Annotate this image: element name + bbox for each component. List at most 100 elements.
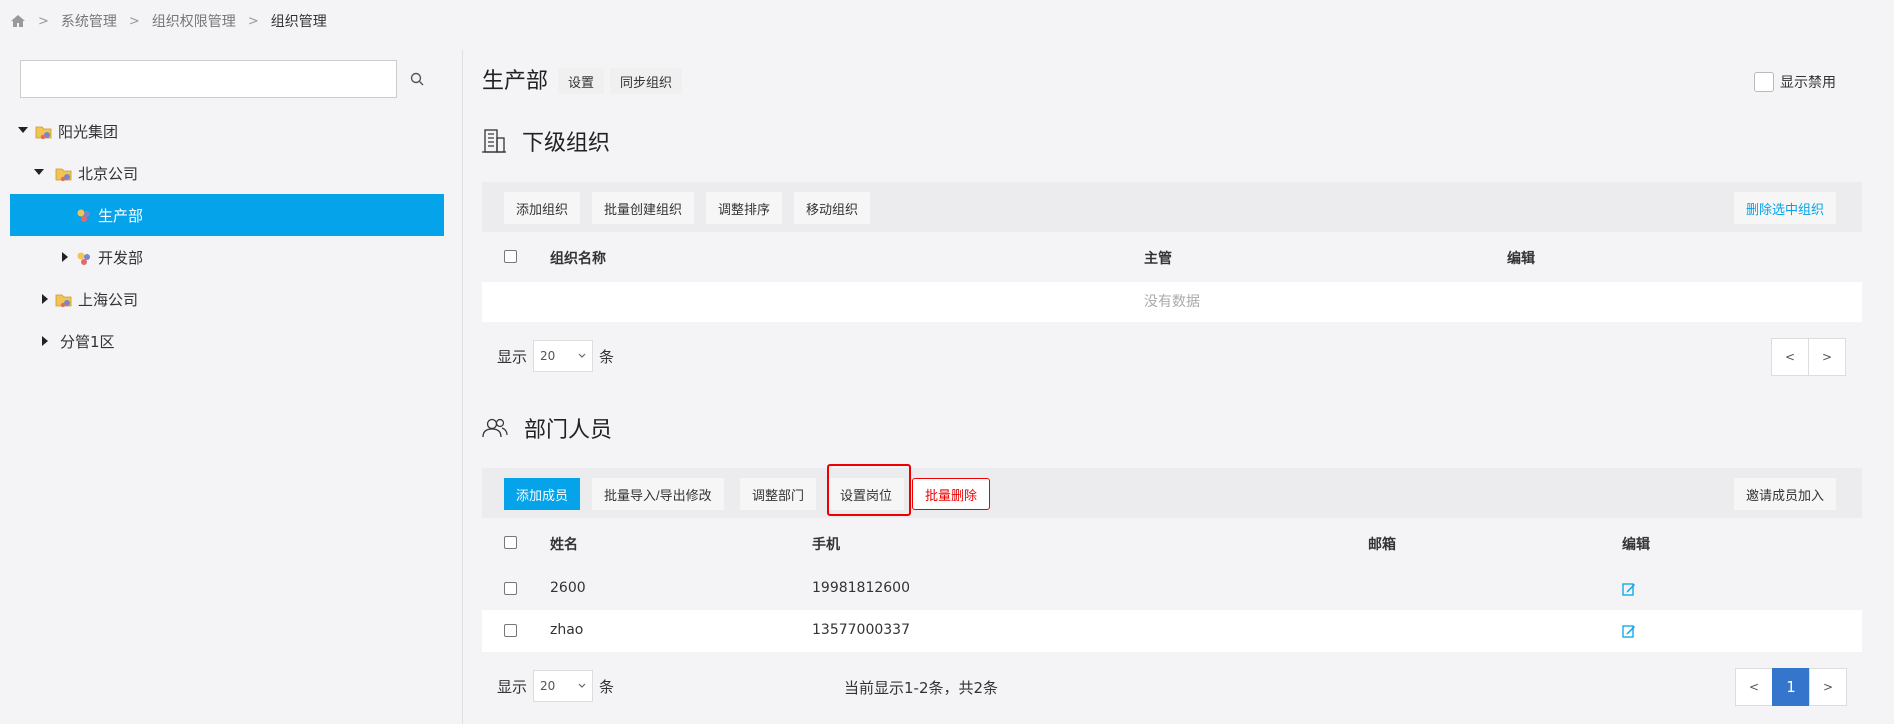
search-icon: [410, 72, 424, 86]
chevron-down-icon: [578, 683, 586, 688]
page-show-label: 显示: [497, 347, 528, 366]
caret-down-icon[interactable]: [18, 125, 28, 135]
row-checkbox[interactable]: [504, 624, 517, 637]
column-email: 邮箱: [1368, 537, 1396, 553]
page-summary: 当前显示1-2条，共2条: [844, 679, 999, 697]
add-member-button[interactable]: 添加成员: [504, 478, 581, 510]
page-unit-label: 条: [599, 347, 615, 366]
member-phone: 19981812600: [812, 580, 910, 596]
caret-right-icon[interactable]: [40, 336, 50, 346]
tree-node-label: 分管1区: [60, 332, 115, 351]
page-show-label: 显示: [497, 677, 528, 696]
empty-state: 没有数据: [482, 282, 1862, 322]
members-pagination: < 1 >: [1735, 668, 1847, 706]
breadcrumb-separator: >: [247, 13, 259, 29]
prev-page-button[interactable]: <: [1771, 338, 1809, 376]
section-title-text: 部门人员: [524, 418, 613, 443]
batch-create-org-button[interactable]: 批量创建组织: [592, 192, 695, 224]
section-title-text: 下级组织: [522, 131, 611, 156]
org-folder-icon: [55, 168, 72, 182]
page-size-select[interactable]: 20: [533, 340, 594, 372]
prev-page-button[interactable]: <: [1735, 668, 1773, 706]
column-name: 姓名: [550, 537, 578, 553]
breadcrumb-item-system[interactable]: 系统管理: [61, 11, 117, 31]
suborg-toolbar: 添加组织 批量创建组织 调整排序 移动组织 删除选中组织: [482, 182, 1862, 232]
tree-node-label: 阳光集团: [58, 122, 119, 141]
batch-delete-button[interactable]: 批量删除: [912, 478, 991, 510]
page-title: 生产部: [482, 69, 549, 94]
breadcrumb-item-permissions[interactable]: 组织权限管理: [152, 11, 236, 31]
column-edit: 编辑: [1622, 537, 1650, 553]
chevron-down-icon: [578, 353, 586, 358]
org-tree-panel: 阳光集团 北京公司 生产部 开发部 上海公司 分管1区: [0, 50, 463, 724]
next-page-button[interactable]: >: [1809, 668, 1847, 706]
search-input[interactable]: [20, 60, 397, 98]
suborg-section-title: 下级组织: [482, 125, 610, 157]
members-section-title: 部门人员: [482, 412, 612, 444]
page-size-value: 20: [540, 349, 556, 363]
org-folder-icon: [55, 294, 72, 308]
select-all-checkbox[interactable]: [504, 250, 517, 263]
page-size-value: 20: [540, 679, 556, 693]
highlight-box: [827, 464, 911, 516]
caret-right-icon[interactable]: [60, 252, 70, 262]
tree-node-group[interactable]: 阳光集团: [10, 110, 444, 152]
adjust-order-button[interactable]: 调整排序: [706, 192, 783, 224]
table-row: zhao 13577000337: [482, 610, 1862, 652]
department-icon: [77, 209, 90, 222]
home-icon[interactable]: [10, 13, 26, 29]
column-manager: 主管: [1144, 251, 1172, 267]
move-org-button[interactable]: 移动组织: [794, 192, 871, 224]
department-icon: [77, 252, 90, 265]
building-icon: [482, 129, 506, 153]
tree-node-label: 生产部: [98, 206, 144, 225]
sync-org-button[interactable]: 同步组织: [610, 68, 683, 94]
breadcrumb-item-current: 组织管理: [270, 14, 327, 30]
tree-node-shanghai[interactable]: 上海公司: [10, 278, 444, 320]
show-disabled-checkbox[interactable]: [1754, 72, 1774, 92]
tree-node-label: 北京公司: [78, 164, 139, 183]
invite-member-button[interactable]: 邀请成员加入: [1734, 478, 1837, 510]
settings-button[interactable]: 设置: [558, 68, 605, 94]
page-size-select[interactable]: 20: [533, 670, 594, 702]
column-org-name: 组织名称: [550, 251, 606, 267]
show-disabled-toggle[interactable]: 显示禁用: [1754, 72, 1836, 92]
members-toolbar: 添加成员 批量导入/导出修改 调整部门 设置岗位 批量删除 邀请成员加入: [482, 464, 1862, 518]
suborg-pagination: < >: [1771, 338, 1846, 376]
adjust-department-button[interactable]: 调整部门: [740, 478, 817, 510]
tree-node-production[interactable]: 生产部: [10, 194, 444, 236]
edit-icon[interactable]: [1622, 624, 1636, 638]
edit-icon[interactable]: [1622, 582, 1636, 596]
suborg-table-header: 组织名称 主管 编辑: [482, 232, 1862, 282]
org-folder-icon: [35, 126, 52, 140]
batch-import-export-button[interactable]: 批量导入/导出修改: [592, 478, 724, 510]
breadcrumb: > 系统管理 > 组织权限管理 > 组织管理: [10, 10, 327, 32]
tree-node-label: 开发部: [98, 248, 144, 267]
table-row: 2600 19981812600: [482, 568, 1862, 610]
tree-node-label: 上海公司: [78, 290, 139, 309]
column-edit: 编辑: [1507, 251, 1535, 267]
row-checkbox[interactable]: [504, 582, 517, 595]
show-disabled-label: 显示禁用: [1780, 75, 1836, 91]
users-icon: [482, 418, 508, 438]
delete-selected-org-button[interactable]: 删除选中组织: [1734, 192, 1837, 224]
tree-node-beijing[interactable]: 北京公司: [10, 152, 444, 194]
member-phone: 13577000337: [812, 622, 910, 638]
member-name: 2600: [550, 580, 586, 596]
suborg-page-size: 显示 20 条: [497, 340, 614, 372]
tree-node-development[interactable]: 开发部: [10, 236, 444, 278]
member-name: zhao: [550, 622, 584, 638]
members-page-size: 显示 20 条: [497, 670, 614, 702]
page-1-button[interactable]: 1: [1772, 668, 1810, 706]
add-org-button[interactable]: 添加组织: [504, 192, 581, 224]
page-unit-label: 条: [599, 677, 615, 696]
members-table-header: 姓名 手机 邮箱 编辑: [482, 518, 1862, 568]
search-button[interactable]: [397, 60, 437, 98]
select-all-checkbox[interactable]: [504, 536, 517, 549]
next-page-button[interactable]: >: [1808, 338, 1846, 376]
breadcrumb-separator: >: [128, 13, 140, 29]
breadcrumb-separator: >: [38, 13, 49, 29]
caret-down-icon[interactable]: [34, 167, 44, 177]
caret-right-icon[interactable]: [40, 294, 50, 304]
tree-node-district[interactable]: 分管1区: [10, 320, 444, 362]
